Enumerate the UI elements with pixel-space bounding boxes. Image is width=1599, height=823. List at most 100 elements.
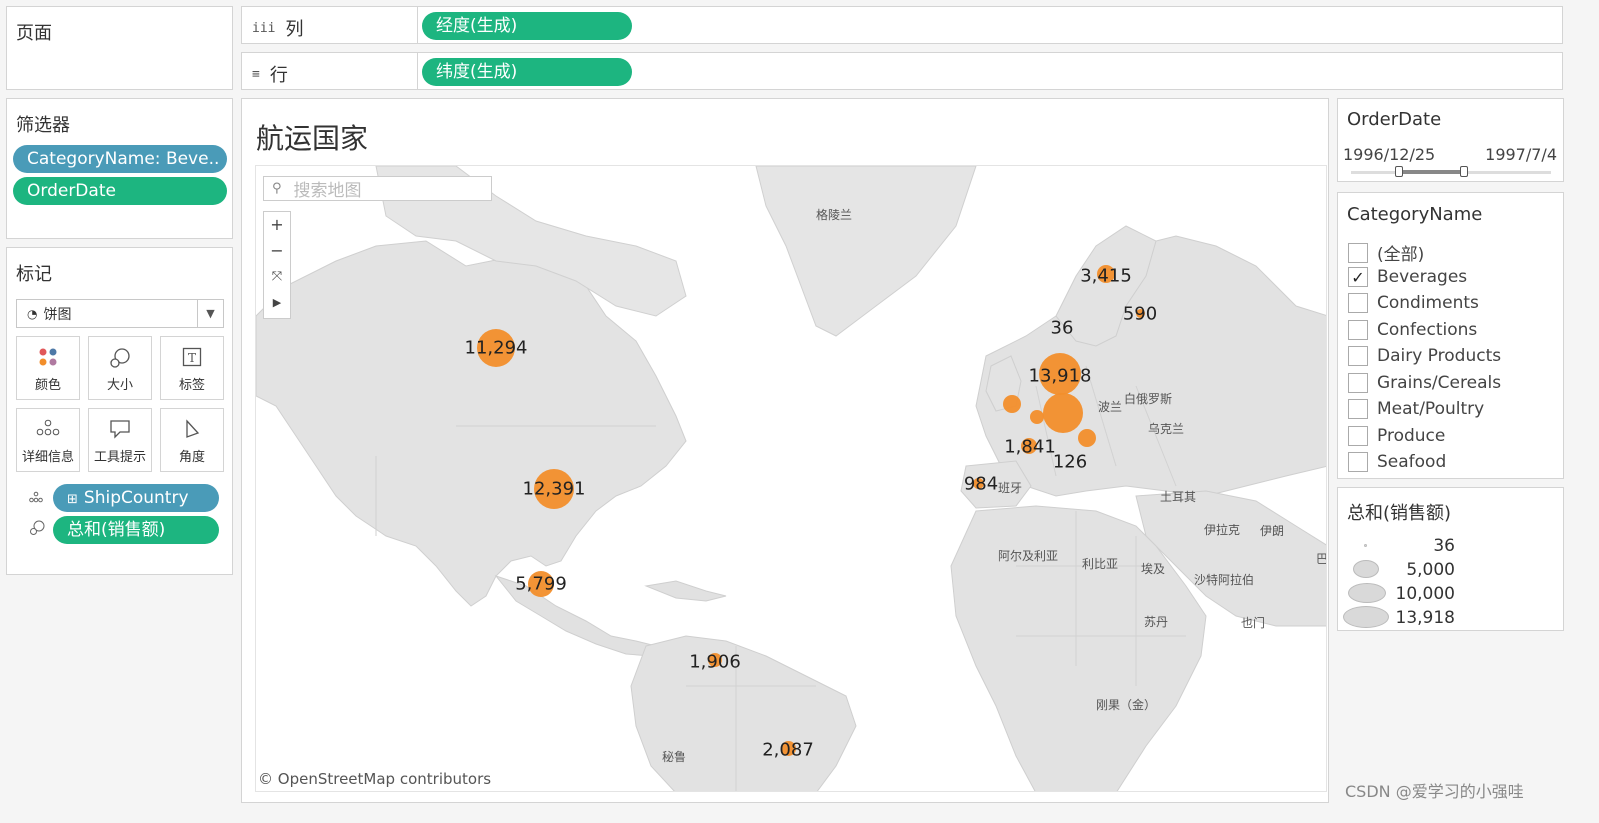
angle-button[interactable]: 角度	[160, 408, 224, 472]
bubble-uk[interactable]	[1003, 395, 1021, 413]
bubble-label-12391: 12,391	[522, 478, 586, 500]
category-item-seafood[interactable]: Seafood	[1348, 452, 1446, 472]
rows-label: 行	[269, 65, 288, 86]
map-label-egypt: 埃及	[1141, 562, 1166, 576]
map-label-congo: 刚果（金）	[1096, 698, 1157, 712]
tooltip-button[interactable]: 工具提示	[88, 408, 152, 472]
sales-field-row: 总和(销售额)	[29, 516, 229, 544]
map-label-edge: 巴	[1316, 552, 1327, 566]
size-legend-title: 总和(销售额)	[1347, 503, 1452, 524]
map-search-input[interactable]: ⚲ 搜索地图	[263, 176, 492, 201]
map-label-spain: 班牙	[998, 481, 1023, 495]
category-item-meat[interactable]: Meat/Poultry	[1348, 399, 1484, 419]
marks-title: 标记	[16, 264, 52, 285]
checkbox-icon[interactable]	[1348, 293, 1368, 313]
bubble-label-1841: 1,841	[1004, 436, 1056, 458]
bubble-126[interactable]	[1078, 429, 1096, 447]
date-slider-start-handle[interactable]	[1395, 166, 1403, 177]
bubble-label-2087: 2,087	[762, 739, 814, 761]
category-item-dairy[interactable]: Dairy Products	[1348, 346, 1501, 366]
category-item-condiments[interactable]: Condiments	[1348, 293, 1479, 313]
size-bubble	[1364, 544, 1367, 547]
orderdate-title: OrderDate	[1347, 109, 1442, 130]
size-bubble	[1353, 560, 1379, 578]
detail-label: 详细信息	[21, 450, 74, 465]
checkbox-icon[interactable]	[1348, 346, 1368, 366]
bubble-belgium[interactable]	[1030, 410, 1044, 424]
zoom-in-icon[interactable]: +	[264, 212, 290, 238]
rows-shelf[interactable]: ≡ 行 纬度(生成)	[241, 52, 1563, 90]
size-legend-row: 10,000	[1338, 582, 1568, 606]
marks-panel: 标记 ◔ 饼图 ▼ 颜色 大小 T 标签 详细信息 工具提示 角度 ⊞ Ship…	[6, 247, 233, 575]
size-legend-card: 总和(销售额) 36 5,000 10,000 13,918	[1337, 487, 1564, 631]
label-label: 标签	[178, 378, 205, 393]
angle-label: 角度	[178, 450, 205, 465]
map-toolbar: + − ⤧ ▶	[263, 211, 291, 319]
category-item-all[interactable]: (全部)	[1348, 240, 1424, 265]
checkbox-icon[interactable]	[1348, 242, 1368, 263]
checkbox-icon[interactable]	[1348, 426, 1368, 446]
category-item-grains[interactable]: Grains/Cereals	[1348, 373, 1501, 393]
map-label-belarus: 白俄罗斯	[1124, 392, 1173, 406]
sales-sum-pill[interactable]: 总和(销售额)	[53, 516, 219, 544]
category-item-confections[interactable]: Confections	[1348, 320, 1477, 340]
world-map	[256, 166, 1326, 791]
filter-orderdate-pill[interactable]: OrderDate	[13, 177, 227, 205]
color-icon	[17, 347, 79, 372]
pages-panel: 页面	[6, 6, 233, 90]
map-label-saudi: 沙特阿拉伯	[1194, 573, 1255, 587]
mark-type-dropdown[interactable]: ◔ 饼图 ▼	[16, 299, 224, 328]
filter-category-pill[interactable]: CategoryName: Beve..	[13, 145, 227, 173]
checkbox-icon[interactable]	[1348, 373, 1368, 393]
map-label-greenland: 格陵兰	[816, 208, 853, 222]
map-label-yemen: 也门	[1241, 616, 1266, 630]
map-label-iraq: 伊拉克	[1204, 523, 1241, 537]
bubble-13918-b[interactable]	[1043, 393, 1083, 433]
watermark: CSDN @爱学习的小强哇	[1345, 782, 1524, 801]
detail-button[interactable]: 详细信息	[16, 408, 80, 472]
latitude-pill[interactable]: 纬度(生成)	[422, 58, 632, 86]
category-item-produce[interactable]: Produce	[1348, 426, 1445, 446]
expand-toolbar-icon[interactable]: ▶	[264, 290, 290, 316]
map-label-libya: 利比亚	[1082, 557, 1119, 571]
angle-icon	[161, 419, 223, 444]
bubble-label-1906: 1,906	[689, 651, 741, 673]
reset-map-icon[interactable]: ⤧	[264, 264, 290, 290]
columns-shelf[interactable]: iii 列 经度(生成)	[241, 6, 1563, 44]
longitude-pill[interactable]: 经度(生成)	[422, 12, 632, 40]
map-label-ukraine: 乌克兰	[1148, 422, 1185, 436]
checkbox-icon[interactable]	[1348, 452, 1368, 472]
size-legend-row: 13,918	[1338, 606, 1568, 630]
bubble-label-13918: 13,918	[1028, 365, 1092, 387]
checkbox-icon[interactable]	[1348, 320, 1368, 340]
zoom-out-icon[interactable]: −	[264, 238, 290, 264]
size-bubble	[1343, 606, 1389, 628]
detail-icon	[17, 419, 79, 442]
label-icon: T	[161, 347, 223, 372]
checkbox-icon[interactable]	[1348, 399, 1368, 419]
svg-text:T: T	[188, 351, 196, 365]
map-label-algeria: 阿尔及利亚	[998, 549, 1059, 563]
chevron-down-icon[interactable]: ▼	[197, 300, 223, 327]
category-item-beverages[interactable]: ✓ Beverages	[1348, 267, 1467, 287]
bubble-label-11294: 11,294	[464, 337, 528, 359]
bubble-label-984: 984	[963, 473, 999, 495]
size-label: 大小	[106, 378, 133, 393]
size-icon	[89, 347, 151, 374]
rows-shelf-label: ≡ 行	[252, 61, 288, 87]
shipcountry-pill[interactable]: ⊞ ShipCountry	[53, 484, 219, 512]
view-title: 航运国家	[256, 122, 369, 155]
label-button[interactable]: T 标签	[160, 336, 224, 400]
size-button[interactable]: 大小	[88, 336, 152, 400]
category-card: CategoryName (全部) ✓ Beverages Condiments …	[1337, 192, 1564, 479]
checkbox-checked-icon[interactable]: ✓	[1348, 267, 1368, 287]
columns-label: 列	[285, 19, 304, 40]
size-bubble	[1348, 583, 1386, 603]
date-slider-end-handle[interactable]	[1460, 166, 1468, 177]
color-button[interactable]: 颜色	[16, 336, 80, 400]
search-icon: ⚲	[272, 181, 282, 196]
map-label-iran: 伊朗	[1260, 524, 1285, 538]
color-label: 颜色	[34, 378, 61, 393]
map-label-turkey: 土耳其	[1160, 490, 1197, 504]
map-canvas[interactable]: 格陵兰 波兰 白俄罗斯 乌克兰 班牙 土耳其 伊拉克 伊朗 阿尔及利亚 利比亚 …	[255, 165, 1327, 792]
